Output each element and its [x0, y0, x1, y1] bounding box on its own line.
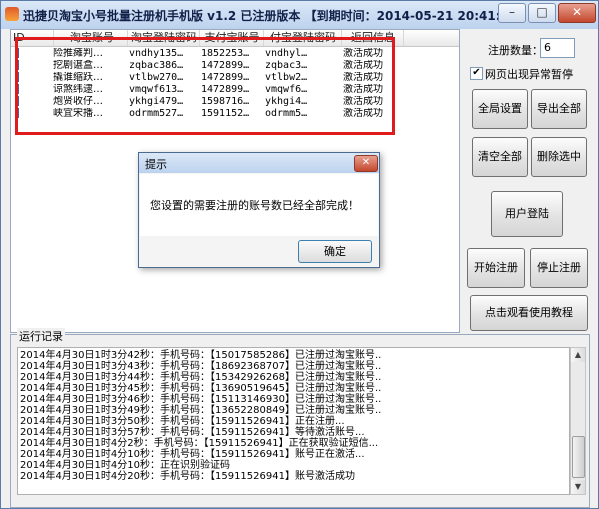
dialog-close-button[interactable]: ✕ [354, 155, 378, 172]
minimize-button[interactable]: – [498, 3, 526, 23]
cell-status: 激活成功 [343, 48, 383, 59]
cell-alipay_pwd: ykhgi4… [265, 96, 308, 107]
table-row[interactable]: 峡宜宋播… odrmm527… 1591152… odrmm5… 激活成功 [11, 108, 459, 120]
stop-register-button[interactable]: 停止注册 [530, 248, 588, 288]
col-alipay-password[interactable]: 付宝登陆密码 [265, 30, 342, 46]
table-row[interactable]: 谅煞纬逮… vmqwf613… 1472899… vmqwf6… 激活成功 [11, 84, 459, 96]
info-dialog: 提示 ✕ 您设置的需要注册的账号数已经全部完成！ 确定 [138, 152, 380, 268]
cell-alipay: 1852253… [201, 48, 250, 59]
reg-count-label: 注册数量： [488, 44, 543, 57]
cell-password: zqbac386… [129, 60, 184, 71]
cell-status: 激活成功 [343, 108, 383, 119]
cell-account: 炮贤收仔… [53, 96, 103, 107]
col-account[interactable]: 淘宝账号 [57, 30, 128, 46]
col-status[interactable]: 返回信息 [343, 30, 404, 46]
row-marker [15, 108, 19, 118]
cell-account: 险推瘫判… [53, 48, 103, 59]
row-marker [15, 48, 19, 58]
pause-on-error-label[interactable]: 网页出现异常暂停 [485, 66, 573, 82]
dialog-title-bar[interactable]: 提示 ✕ [139, 153, 379, 173]
log-line: 2014年4月30日1时4分10秒：正在识别验证码 [20, 460, 230, 471]
log-line: 2014年4月30日1时3分45秒：手机号码：【13690519645】已注册过… [20, 383, 382, 394]
reg-count-input[interactable]: 6 [540, 38, 575, 58]
cell-status: 激活成功 [343, 96, 383, 107]
user-login-button[interactable]: 用户登陆 [491, 191, 563, 237]
cell-alipay_pwd: zqbac3… [265, 60, 308, 71]
cell-password: vndhy135… [129, 48, 184, 59]
table-row[interactable]: 挖剧谌盒… zqbac386… 1472899… zqbac3… 激活成功 [11, 60, 459, 72]
cell-status: 激活成功 [343, 72, 383, 83]
log-line: 2014年4月30日1时3分42秒：手机号码：【15017585286】已注册过… [20, 350, 382, 361]
table-row[interactable]: 险推瘫判… vndhy135… 1852253… vndhyl… 激活成功 [11, 48, 459, 60]
table-header: ID 淘宝账号 淘宝登陆密码 支付宝账号 付宝登陆密码 返回信息 [11, 30, 459, 47]
table-row[interactable]: 撬谁缩跃… vtlbw270… 1472899… vtlbw2… 激活成功 [11, 72, 459, 84]
row-marker [15, 60, 19, 70]
log-line: 2014年4月30日1时3分46秒：手机号码：【15113146930】已注册过… [20, 394, 382, 405]
dialog-title: 提示 [145, 158, 167, 171]
col-id[interactable]: ID [13, 30, 54, 46]
scroll-down-icon[interactable]: ▼ [571, 480, 585, 494]
log-line: 2014年4月30日1时3分50秒：手机号码：【15911526941】正在注册… [20, 416, 345, 427]
cell-account: 撬谁缩跃… [53, 72, 103, 83]
log-line: 2014年4月30日1时4分2秒：手机号码：【15911526941】正在获取验… [20, 438, 379, 449]
cell-alipay: 1598716… [201, 96, 250, 107]
cell-alipay: 1472899… [201, 60, 250, 71]
export-all-button[interactable]: 导出全部 [531, 89, 587, 129]
log-line: 2014年4月30日1时4分20秒：手机号码：【15911526941】账号激活… [20, 471, 355, 482]
table-row[interactable]: 炮贤收仔… ykhgi479… 1598716… ykhgi4… 激活成功 [11, 96, 459, 108]
row-marker [15, 84, 19, 94]
cell-account: 谅煞纬逮… [53, 84, 103, 95]
app-logo-icon [5, 7, 19, 21]
dialog-ok-button[interactable]: 确定 [298, 240, 372, 263]
cell-alipay: 1472899… [201, 84, 250, 95]
main-window: 迅捷贝淘宝小号批量注册机手机版 v1.2 已注册版本 【到期时间：2014-05… [0, 0, 599, 509]
cell-password: odrmm527… [129, 108, 184, 119]
col-alipay[interactable]: 支付宝账号 [201, 30, 264, 46]
cell-status: 激活成功 [343, 84, 383, 95]
log-line: 2014年4月30日1时3分44秒：手机号码：【15342926268】已注册过… [20, 372, 382, 383]
clear-all-button[interactable]: 清空全部 [472, 137, 528, 177]
row-marker [15, 96, 19, 106]
close-button[interactable]: ✕ [558, 3, 596, 23]
watch-tutorial-button[interactable]: 点击观看使用教程 [470, 295, 588, 331]
delete-selected-button[interactable]: 删除选中 [531, 137, 587, 177]
global-settings-button[interactable]: 全局设置 [472, 89, 528, 129]
cell-password: vtlbw270… [129, 72, 184, 83]
dialog-body: 您设置的需要注册的账号数已经全部完成！ [140, 174, 378, 236]
dialog-message: 您设置的需要注册的账号数已经全部完成！ [150, 199, 359, 212]
title-bar[interactable]: 迅捷贝淘宝小号批量注册机手机版 v1.2 已注册版本 【到期时间：2014-05… [1, 1, 598, 29]
cell-password: vmqwf613… [129, 84, 184, 95]
cell-account: 挖剧谌盒… [53, 60, 103, 71]
cell-status: 激活成功 [343, 60, 383, 71]
log-line: 2014年4月30日1时4分10秒：手机号码：【15911526941】账号正在… [20, 449, 365, 460]
col-password[interactable]: 淘宝登陆密码 [129, 30, 200, 46]
pause-on-error-checkbox[interactable]: ✔ [470, 67, 483, 80]
cell-account: 峡宜宋播… [53, 108, 103, 119]
cell-password: ykhgi479… [129, 96, 184, 107]
start-register-button[interactable]: 开始注册 [467, 248, 525, 288]
scroll-up-icon[interactable]: ▲ [571, 348, 585, 362]
cell-alipay: 1591152… [201, 108, 250, 119]
cell-alipay_pwd: vndhyl… [265, 48, 308, 59]
scroll-thumb[interactable] [572, 436, 585, 478]
log-scrollbar[interactable]: ▲ ▼ [570, 347, 586, 495]
cell-alipay_pwd: odrmm5… [265, 108, 308, 119]
cell-alipay_pwd: vmqwf6… [265, 84, 308, 95]
cell-alipay: 1472899… [201, 72, 250, 83]
log-line: 2014年4月30日1时3分49秒：手机号码：【13652280849】已注册过… [20, 405, 382, 416]
cell-alipay_pwd: vtlbw2… [265, 72, 308, 83]
log-textbox[interactable]: 2014年4月30日1时3分42秒：手机号码：【15017585286】已注册过… [17, 347, 570, 495]
maximize-button[interactable]: □ [528, 3, 556, 23]
log-title: 运行记录 [17, 328, 65, 344]
log-line: 2014年4月30日1时3分57秒：手机号码：【15911526941】等待激活… [20, 427, 365, 438]
window-title: 迅捷贝淘宝小号批量注册机手机版 v1.2 已注册版本 【到期时间：2014-05… [23, 9, 530, 23]
log-line: 2014年4月30日1时3分43秒：手机号码：【18692368707】已注册过… [20, 361, 382, 372]
row-marker [15, 72, 19, 82]
